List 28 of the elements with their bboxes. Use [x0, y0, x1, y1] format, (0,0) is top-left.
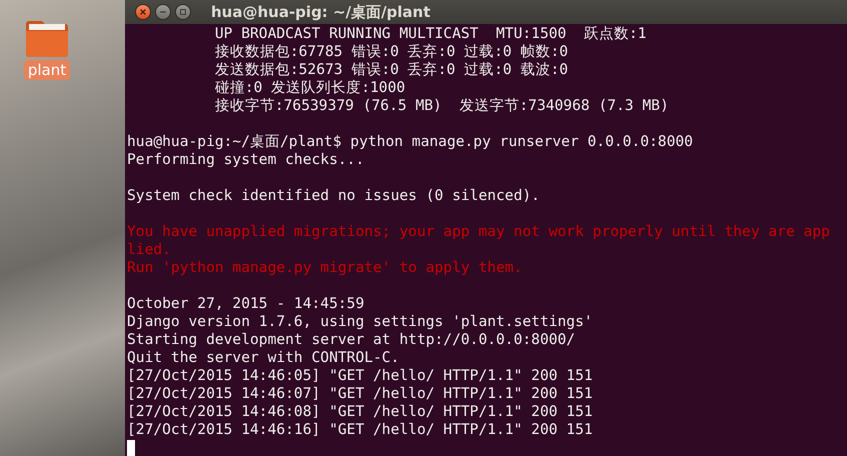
terminal-line: UP BROADCAST RUNNING MULTICAST MTU:1500 跃点数:1	[214, 25, 648, 43]
window-title: hua@hua-pig: ~/桌面/plant	[211, 2, 430, 22]
terminal-line: System check identified no issues (0 silenced).	[127, 187, 541, 205]
terminal-line: 接收字节:76539379 (76.5 MB) 发送字节:7340968 (7.3 MB)	[214, 97, 670, 115]
close-icon	[139, 8, 147, 16]
error-line: Run 'python manage.py migrate' to apply them.	[127, 259, 524, 277]
maximize-icon	[179, 8, 187, 16]
terminal-line: [27/Oct/2015 14:46:05] "GET /hello/ HTTP/1.1" 200 151	[127, 367, 594, 385]
terminal-line: [27/Oct/2015 14:46:16] "GET /hello/ HTTP/1.1" 200 151	[127, 421, 594, 439]
minimize-button[interactable]	[155, 4, 171, 20]
maximize-button[interactable]	[175, 4, 191, 20]
terminal-line: [27/Oct/2015 14:46:08] "GET /hello/ HTTP/1.1" 200 151	[127, 403, 594, 421]
terminal-line: 碰撞:0 发送队列长度:1000	[214, 79, 406, 97]
folder-icon[interactable]	[24, 18, 70, 58]
terminal-line: [27/Oct/2015 14:46:07] "GET /hello/ HTTP/1.1" 200 151	[127, 385, 594, 403]
close-button[interactable]	[135, 4, 151, 20]
terminal-line: Performing system checks...	[127, 151, 366, 169]
error-line: You have unapplied migrations; your app may not work properly until they are app	[127, 223, 831, 241]
text-cursor	[127, 440, 135, 456]
terminal-line: 发送数据包:52673 错误:0 丢弃:0 过载:0 载波:0	[214, 61, 570, 79]
error-line: lied.	[127, 241, 172, 259]
terminal-line: hua@hua-pig:~/桌面/plant$ python manage.py runserver 0.0.0.0:8000	[127, 133, 694, 151]
terminal-line: Django version 1.7.6, using settings 'plant.settings'	[127, 313, 594, 331]
terminal-line: Quit the server with CONTROL-C.	[127, 349, 400, 367]
folder-label[interactable]: plant	[24, 60, 70, 80]
terminal-line: 接收数据包:67785 错误:0 丢弃:0 过载:0 帧数:0	[214, 43, 570, 61]
terminal-line: Starting development server at http://0.0.0.0:8000/	[127, 331, 576, 349]
terminal-line: October 27, 2015 - 14:45:59	[127, 295, 366, 313]
